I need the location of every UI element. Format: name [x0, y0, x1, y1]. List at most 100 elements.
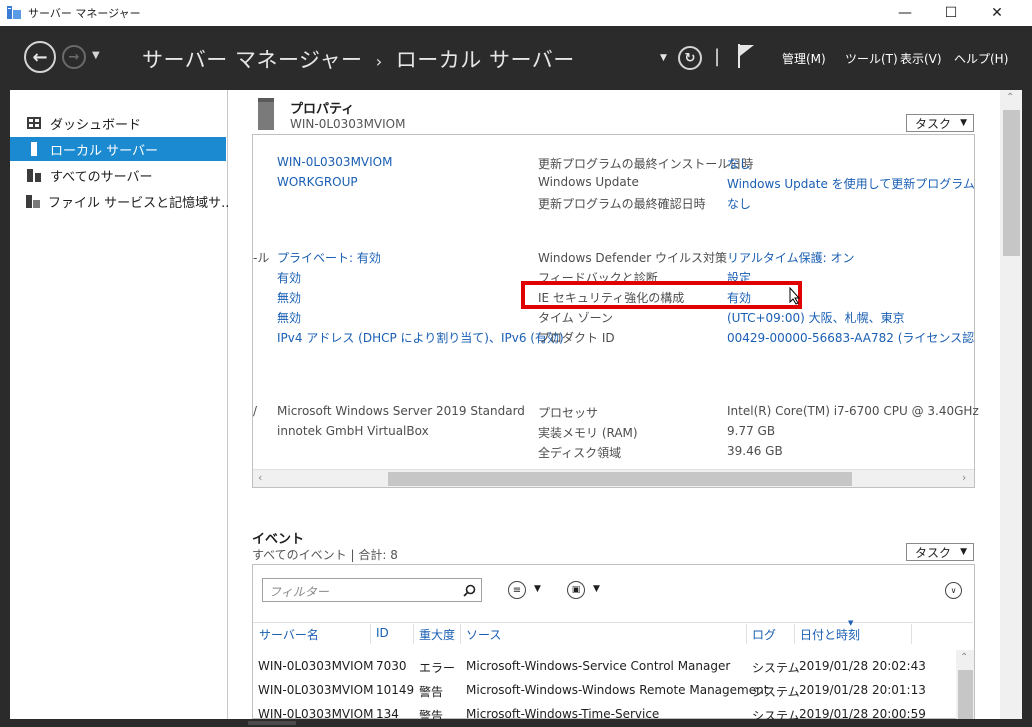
menu-view[interactable]: 表示(V): [900, 50, 942, 67]
forward-button[interactable]: →: [62, 45, 86, 69]
table-row[interactable]: WIN-0L0303MVIOM 10149 警告 Microsoft-Windo…: [253, 683, 953, 703]
last-install-link[interactable]: なし: [727, 155, 751, 172]
cell-source: Microsoft-Windows-Service Control Manage…: [466, 659, 731, 673]
computer-name-link[interactable]: WIN-0L0303MVIOM: [277, 155, 392, 169]
product-id-link[interactable]: 00429-00000-56683-AA782 (ライセンス認証済み): [727, 329, 974, 346]
breadcrumb-separator: ›: [375, 52, 383, 71]
events-tasks-button[interactable]: タスク ▼: [906, 543, 974, 561]
chevron-down-icon: ▼: [960, 547, 967, 557]
sidebar-item-dashboard[interactable]: ダッシュボード: [10, 111, 226, 135]
dashboard-icon: [26, 117, 42, 129]
scroll-up-icon[interactable]: ⌃: [1006, 92, 1014, 103]
servers-icon: [26, 168, 42, 182]
column-divider: [911, 624, 912, 644]
filter-input[interactable]: フィルター: [262, 578, 482, 602]
forward-arrow-icon: →: [68, 49, 80, 65]
cell-log: システム: [752, 685, 800, 699]
filter-placeholder: フィルター: [269, 585, 329, 599]
list-icon: ≡: [512, 584, 522, 596]
refresh-dropdown-icon[interactable]: ▼: [660, 53, 667, 63]
property-label: 更新プログラムの最終確認日時: [538, 197, 706, 211]
ethernet-link[interactable]: IPv4 アドレス (DHCP により割り当て)、IPv6 (有効): [277, 329, 564, 346]
chevron-down-icon[interactable]: ▼: [593, 584, 600, 594]
events-subtitle: すべてのイベント | 合計: 8: [252, 548, 398, 562]
refresh-button[interactable]: ↻: [678, 46, 702, 70]
sidebar-item-label: ローカル サーバー: [50, 143, 159, 159]
save-query-button[interactable]: ▣: [567, 581, 585, 599]
list-options-button[interactable]: ≡: [508, 581, 526, 599]
cell-log: システム: [752, 661, 800, 675]
scrollbar-thumb[interactable]: [958, 670, 973, 719]
window-frame-right: [1022, 26, 1032, 727]
taskbar-indicator: [248, 721, 296, 725]
firewall-link[interactable]: プライベート: 有効: [277, 249, 381, 266]
menu-help[interactable]: ヘルプ(H): [954, 50, 1008, 67]
cell-id: 134: [376, 707, 399, 719]
cell-server: WIN-0L0303MVIOM: [258, 707, 374, 719]
column-header-severity[interactable]: 重大度: [419, 626, 455, 643]
search-icon[interactable]: [463, 584, 476, 597]
last-check-link[interactable]: なし: [727, 195, 751, 212]
notifications-flag-icon[interactable]: [736, 44, 756, 68]
close-button[interactable]: ✕: [974, 0, 1020, 26]
sidebar-item-all-servers[interactable]: すべてのサーバー: [10, 163, 226, 187]
windows-update-link[interactable]: Windows Update を使用して更新プログラムを自動: [727, 175, 974, 192]
back-button[interactable]: ←: [24, 41, 56, 73]
mouse-cursor-icon: [789, 287, 801, 305]
sidebar-item-file-services[interactable]: ファイル サービスと記憶域サ... ▶: [10, 189, 247, 213]
cell-server: WIN-0L0303MVIOM: [258, 683, 374, 697]
defender-link[interactable]: リアルタイム保護: オン: [727, 249, 855, 266]
scrollbar-thumb[interactable]: [388, 472, 852, 486]
property-label: プロダクト ID: [538, 331, 615, 345]
column-header-log[interactable]: ログ: [752, 626, 776, 643]
scroll-right-icon[interactable]: ›: [962, 471, 966, 484]
nic-teaming-link[interactable]: 無効: [277, 309, 301, 326]
chevron-down-icon: ▼: [960, 118, 967, 128]
cell-datetime: 2019/01/28 20:01:13: [799, 683, 926, 697]
remote-management-link[interactable]: 有効: [277, 269, 301, 286]
column-divider: [370, 624, 371, 644]
highlight-box: [521, 281, 802, 309]
cell-severity: 警告: [419, 709, 444, 719]
property-label: 全ディスク領域: [538, 446, 622, 460]
breadcrumb-current: ローカル サーバー: [395, 48, 575, 72]
server-manager-icon: [7, 6, 21, 19]
events-title: イベント: [252, 532, 305, 547]
server-icon: [258, 98, 274, 130]
os-version-value: Microsoft Windows Server 2019 Standard: [277, 404, 525, 418]
workgroup-link[interactable]: WORKGROUP: [277, 175, 358, 189]
tasks-label: タスク: [915, 116, 952, 131]
property-label: Windows Defender ウイルス対策: [538, 251, 727, 265]
scrollbar-thumb[interactable]: [1003, 110, 1020, 256]
title-bar: サーバー マネージャー — ☐ ✕: [0, 0, 1032, 26]
column-header-server[interactable]: サーバー名: [259, 626, 319, 643]
chevron-down-icon[interactable]: ▼: [534, 584, 541, 594]
column-header-source[interactable]: ソース: [466, 626, 501, 643]
table-row[interactable]: WIN-0L0303MVIOM 134 警告 Microsoft-Windows…: [253, 707, 953, 719]
chevron-down-icon: ∨: [950, 586, 957, 595]
cell-severity: エラー: [419, 661, 456, 675]
memory-value: 9.77 GB: [727, 424, 776, 438]
remote-desktop-link[interactable]: 無効: [277, 289, 301, 306]
breadcrumb: サーバー マネージャー › ローカル サーバー: [142, 44, 575, 74]
property-label: タイム ゾーン: [538, 311, 613, 325]
column-divider: [746, 624, 747, 644]
breadcrumb-root[interactable]: サーバー マネージャー: [142, 48, 363, 72]
column-header-id[interactable]: ID: [376, 626, 389, 640]
cell-log: システム: [752, 709, 800, 719]
timezone-link[interactable]: (UTC+09:00) 大阪、札幌、東京: [727, 309, 905, 326]
menu-manage[interactable]: 管理(M): [782, 50, 826, 67]
menu-tools[interactable]: ツール(T): [845, 50, 898, 67]
properties-tasks-button[interactable]: タスク ▼: [906, 114, 974, 132]
minimize-button[interactable]: —: [882, 0, 928, 26]
expand-button[interactable]: ∨: [945, 582, 962, 599]
cell-datetime: 2019/01/28 20:02:43: [799, 659, 926, 673]
sidebar-item-local-server[interactable]: ローカル サーバー: [10, 137, 226, 161]
scroll-left-icon[interactable]: ‹: [258, 471, 262, 484]
scroll-up-icon[interactable]: ⌃: [960, 652, 968, 663]
history-dropdown-icon[interactable]: ▼: [92, 50, 100, 61]
table-row[interactable]: WIN-0L0303MVIOM 7030 エラー Microsoft-Windo…: [253, 659, 953, 679]
maximize-button[interactable]: ☐: [928, 0, 974, 26]
column-header-datetime[interactable]: 日付と時刻: [800, 626, 860, 643]
window-title: サーバー マネージャー: [28, 7, 141, 20]
